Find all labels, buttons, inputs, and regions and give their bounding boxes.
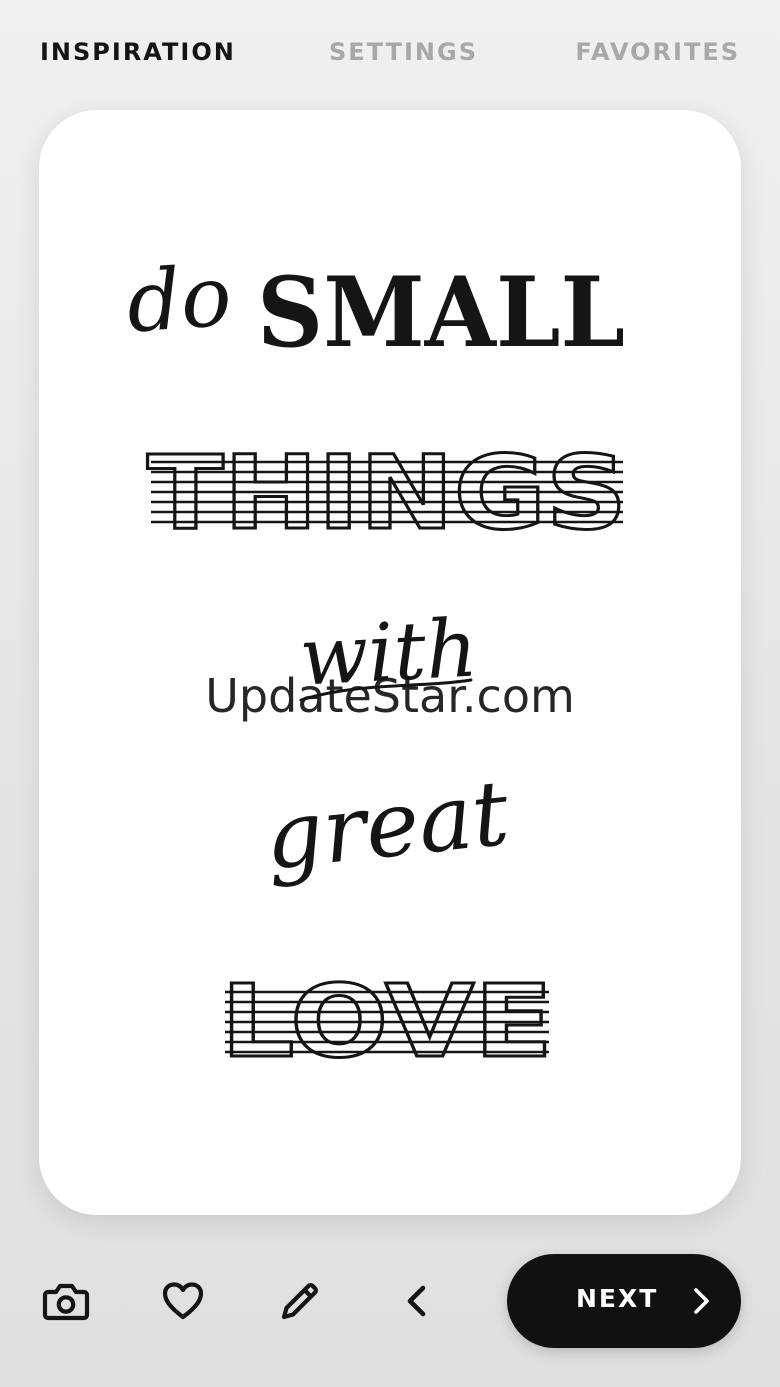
things-stripes (151, 460, 623, 524)
camera-button[interactable] (41, 1276, 91, 1326)
quote-card: do SMALL THINGS with UpdateStar.com grea… (39, 110, 741, 1215)
next-button-label: NEXT (576, 1284, 659, 1313)
previous-button[interactable] (392, 1276, 442, 1326)
quote-word-things: THINGS (147, 434, 627, 553)
next-button[interactable]: NEXT (507, 1254, 741, 1348)
tab-inspiration[interactable]: INSPIRATION (40, 38, 236, 66)
tab-settings[interactable]: SETTINGS (329, 38, 478, 66)
love-stripes (225, 990, 549, 1054)
quote-word-small: SMALL (257, 256, 625, 369)
pencil-icon (281, 1283, 318, 1320)
camera-icon (42, 1283, 90, 1321)
quote-word-great: great (260, 761, 514, 891)
quote-artwork: do SMALL THINGS with UpdateStar.com grea… (124, 247, 629, 1082)
tab-favorites[interactable]: FAVORITES (575, 38, 740, 66)
chevron-left-icon (407, 1285, 426, 1317)
watermark-text: UpdateStar.com (205, 669, 575, 723)
heart-icon (162, 1282, 204, 1320)
chevron-right-icon (694, 1288, 709, 1314)
quote-word-do: do (124, 247, 235, 352)
top-tab-bar: INSPIRATION SETTINGS FAVORITES (0, 0, 780, 110)
favorite-button[interactable] (158, 1276, 208, 1326)
edit-button[interactable] (275, 1276, 325, 1326)
